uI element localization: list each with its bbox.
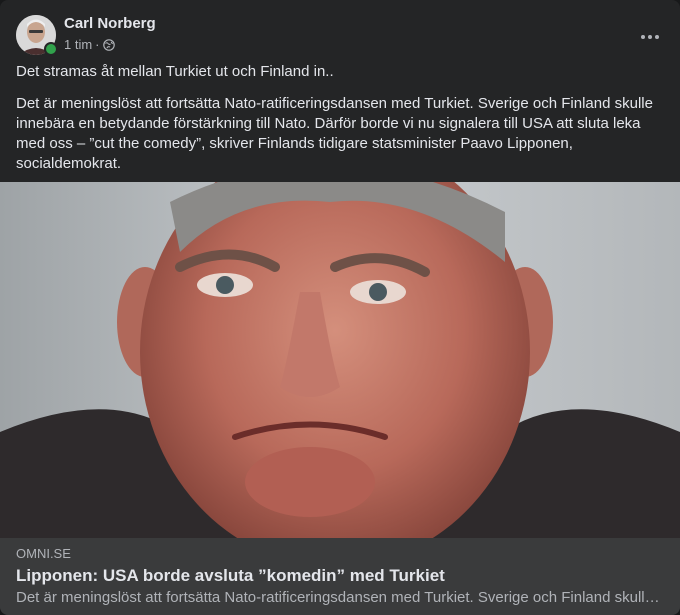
author-name[interactable]: Carl Norberg (64, 15, 156, 32)
post-paragraph: Det stramas åt mellan Turkiet ut och Fin… (16, 63, 334, 80)
post-paragraph: Det är meningslöst att fortsätta Nato-ra… (16, 95, 653, 172)
link-domain: OMNI.SE (16, 546, 71, 561)
globe-icon[interactable] (102, 38, 115, 51)
link-description: Det är meningslöst att fortsätta Nato-ra… (16, 589, 664, 606)
online-status-dot (44, 42, 58, 56)
post-meta: 1 tim · (64, 37, 115, 52)
meta-separator: · (95, 37, 100, 52)
author-avatar[interactable] (16, 15, 58, 56)
post-body: Det stramas åt mellan Turkiet ut och Fin… (16, 62, 664, 186)
post-timestamp[interactable]: 1 tim (64, 37, 92, 52)
link-preview-image[interactable] (0, 182, 680, 538)
post-header: Carl Norberg 1 tim · (16, 12, 664, 56)
link-preview[interactable]: OMNI.SE Lipponen: USA borde avsluta ”kom… (0, 538, 680, 615)
more-options-button[interactable] (632, 18, 668, 54)
link-title[interactable]: Lipponen: USA borde avsluta ”komedin” me… (16, 566, 445, 586)
feed-post: Carl Norberg 1 tim · Det stramas åt mell… (0, 0, 680, 615)
more-horizontal-icon (640, 27, 660, 45)
